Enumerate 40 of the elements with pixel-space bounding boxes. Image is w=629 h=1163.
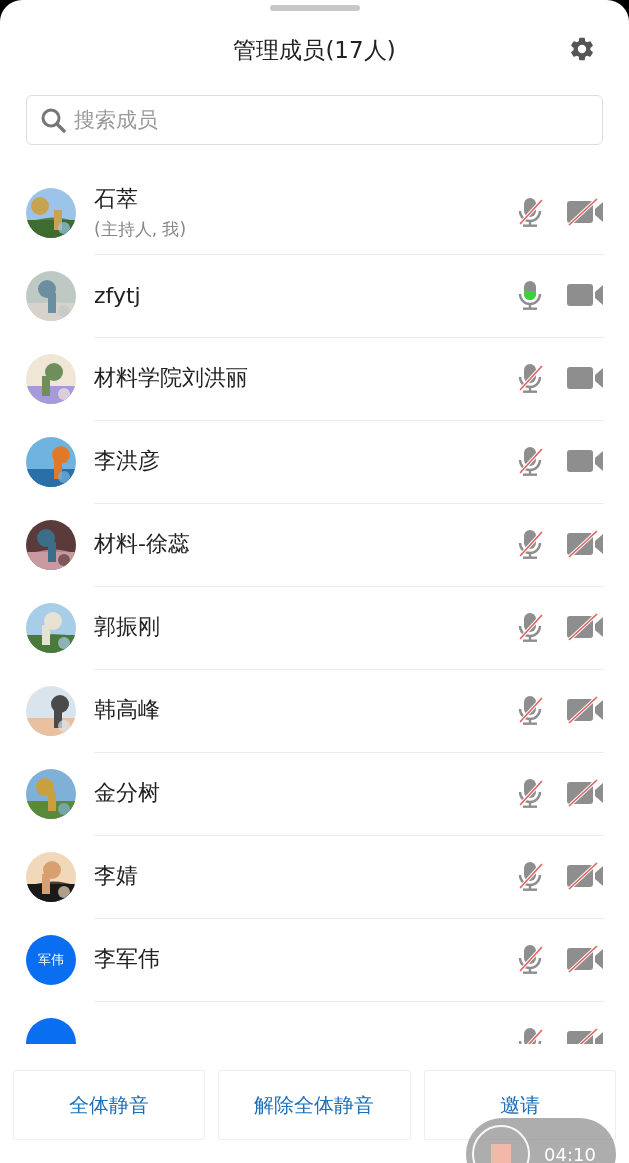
search-field[interactable]: 搜索成员 bbox=[26, 95, 603, 145]
muted-mic-icon[interactable] bbox=[516, 611, 544, 643]
camera-off-icon[interactable] bbox=[566, 198, 604, 226]
recording-time: 04:10 bbox=[544, 1143, 596, 1163]
muted-mic-icon[interactable] bbox=[516, 860, 544, 892]
camera-icon[interactable] bbox=[566, 447, 604, 475]
mic-icon[interactable] bbox=[516, 279, 544, 311]
muted-mic-icon[interactable] bbox=[516, 362, 544, 394]
member-name: 李婧 bbox=[94, 862, 139, 890]
camera-off-icon[interactable] bbox=[566, 779, 604, 807]
window-title: 管理成员(17人) bbox=[233, 35, 396, 65]
muted-mic-icon[interactable] bbox=[516, 943, 544, 975]
stop-icon bbox=[491, 1144, 511, 1163]
muted-mic-icon[interactable] bbox=[516, 445, 544, 477]
member-name: 石萃 bbox=[94, 184, 139, 213]
member-name: 材料-徐蕊 bbox=[94, 530, 191, 558]
member-role: (主持人, 我) bbox=[94, 217, 188, 241]
member-name: 李洪彦 bbox=[94, 447, 161, 475]
camera-off-icon[interactable] bbox=[566, 530, 604, 558]
avatar: 军伟 bbox=[26, 934, 76, 985]
camera-off-icon[interactable] bbox=[566, 696, 604, 724]
member-name: 韩高峰 bbox=[94, 696, 161, 724]
action-button[interactable]: 全体静音 bbox=[13, 1070, 206, 1140]
member-name: zfytj bbox=[94, 282, 142, 308]
action-button[interactable]: 解除全体静音 bbox=[218, 1070, 411, 1140]
member-name: 材料学院刘洪丽 bbox=[94, 364, 249, 392]
member-name: 李军伟 bbox=[94, 945, 161, 973]
drag-handle[interactable] bbox=[269, 5, 360, 11]
member-name: 金分树 bbox=[94, 779, 161, 807]
camera-icon[interactable] bbox=[566, 281, 604, 309]
muted-mic-icon[interactable] bbox=[516, 777, 544, 809]
camera-off-icon[interactable] bbox=[566, 613, 604, 641]
camera-off-icon[interactable] bbox=[566, 862, 604, 890]
muted-mic-icon[interactable] bbox=[516, 694, 544, 726]
camera-off-icon[interactable] bbox=[566, 945, 604, 973]
muted-mic-icon[interactable] bbox=[516, 196, 544, 228]
camera-icon[interactable] bbox=[566, 364, 604, 392]
search-icon bbox=[40, 107, 66, 133]
muted-mic-icon[interactable] bbox=[516, 528, 544, 560]
member-name: 郭振刚 bbox=[94, 613, 161, 641]
